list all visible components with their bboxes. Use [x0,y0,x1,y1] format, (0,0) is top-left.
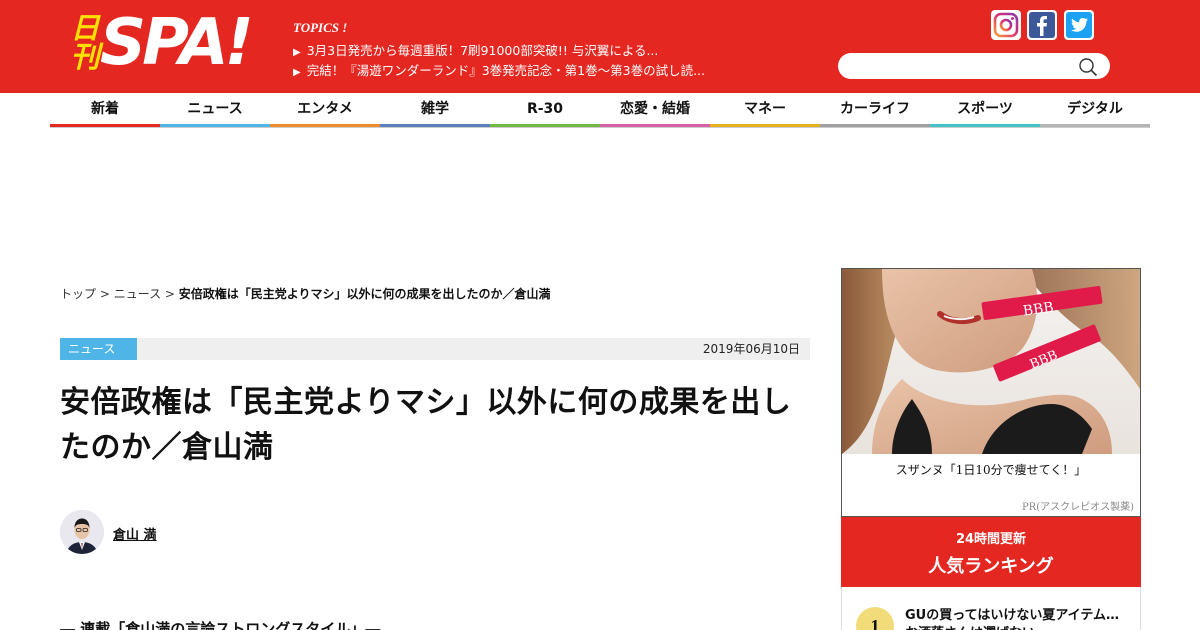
breadcrumb-category[interactable]: ニュース [114,287,161,301]
article-meta-bar: ニュース 2019年06月10日 [60,338,810,360]
nav-item[interactable]: スポーツ [930,93,1040,127]
logo-spa-text: SPA! [100,6,254,80]
twitter-icon[interactable] [1064,10,1094,40]
nav-item[interactable]: デジタル [1040,93,1150,127]
search-input[interactable] [838,53,1110,79]
topics-title: TOPICS ! [293,20,348,35]
nav-item[interactable]: 雑学 [380,93,490,127]
logo-kan-text: 日刊 [70,11,100,74]
rank-title[interactable]: GUの買ってはいけない夏アイテム…お洒落さんは選ばない [905,607,1130,630]
breadcrumb-separator: > [96,287,114,301]
nav-item[interactable]: カーライフ [820,93,930,127]
topics-box: TOPICS ! ▶ 3月3日発売から毎週重版！7刷91000部突破!! 与沢翼に… [293,20,793,82]
category-nav: 新着 ニュース エンタメ 雑学 R-30 恋愛・結婚 マネー カーライフ スポーツ デジタル [50,93,1150,128]
rank-number: 1 [856,607,894,630]
ad-caption[interactable]: スザンヌ「1日10分で痩せてく！」 [842,461,1140,478]
ad-image[interactable]: BBB BBB [842,269,1140,454]
search-icon[interactable] [1078,57,1098,77]
facebook-icon[interactable] [1027,10,1057,40]
topic-text: 3月3日発売から毎週重版！7刷91000部突破!! 与沢翼による... [306,43,659,58]
nav-item[interactable]: 恋愛・結婚 [600,93,710,127]
ranking-subtitle: 24時間更新 [955,532,1027,547]
article-title: 安倍政権は「民主党よりマシ」以外に何の成果を出したのか／倉山満 [60,385,792,465]
triangle-right-icon: ▶ [293,47,301,58]
article-date: 2019年06月10日 [702,342,800,356]
nav-item[interactable]: エンタメ [270,93,380,127]
category-badge[interactable]: ニュース [60,338,137,360]
breadcrumb-current: 安倍政権は「民主党よりマシ」以外に何の成果を出したのか／倉山満 [178,287,551,301]
site-header: 日刊 SPA! TOPICS ! ▶ 3月3日発売から毎週重版！7刷91000部突… [0,0,1200,93]
site-logo[interactable]: 日刊 SPA! [68,8,253,78]
ranking-header: 24時間更新 人気ランキング [841,517,1141,587]
nav-item[interactable]: マネー [710,93,820,127]
ad-pr-label: PR(アスクレピオス製薬) [1021,502,1134,513]
triangle-right-icon: ▶ [293,67,301,78]
breadcrumb-separator: > [161,287,179,301]
nav-item[interactable]: 新着 [50,93,160,127]
instagram-icon[interactable] [991,10,1021,40]
sidebar-ad[interactable]: BBB BBB スザンヌ「1日10分で痩せてく！」 PR(アスクレピオス製薬) [841,268,1141,517]
ranking-item[interactable]: 1 GUの買ってはいけない夏アイテム…お洒落さんは選ばない [841,587,1141,630]
topic-text: 完結！『湯遊ワンダーランド』3巻発売記念・第1巻～第3巻の試し読... [306,63,705,78]
nav-item[interactable]: R-30 [490,93,600,127]
author-name-link[interactable]: 倉山 満 [113,524,157,543]
avatar[interactable] [60,510,104,554]
topic-link[interactable]: ▶ 完結！『湯遊ワンダーランド』3巻発売記念・第1巻～第3巻の試し読... [293,62,793,82]
ranking-title: 人気ランキング [928,556,1054,577]
topic-link[interactable]: ▶ 3月3日発売から毎週重版！7刷91000部突破!! 与沢翼による... [293,42,793,62]
nav-item[interactable]: ニュース [160,93,270,127]
series-heading: ― 連載「倉山満の言論ストロングスタイル」― [60,620,381,630]
breadcrumb: トップ > ニュース > 安倍政権は「民主党よりマシ」以外に何の成果を出したのか… [60,285,551,302]
breadcrumb-top[interactable]: トップ [60,287,96,301]
